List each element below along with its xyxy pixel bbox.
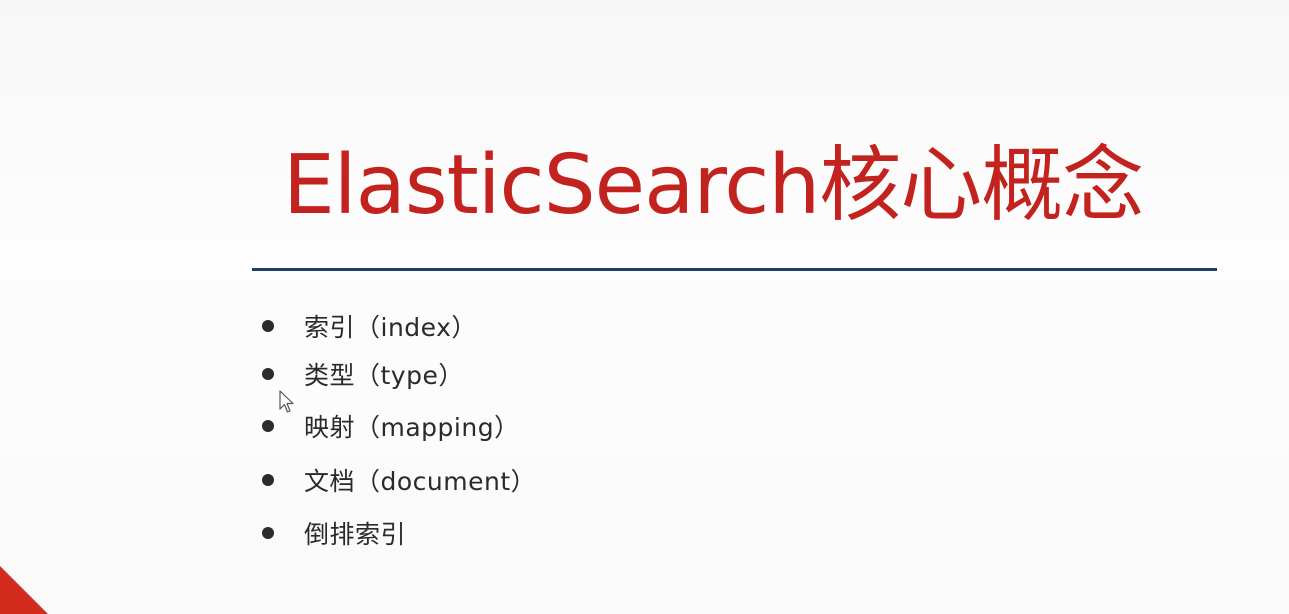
bullet-label: 倒排索引	[304, 520, 407, 549]
bullet-item-index: 索引（index）	[262, 306, 477, 346]
bullet-item-mapping: 映射（mapping）	[262, 406, 520, 446]
bullet-label: 映射（mapping）	[304, 413, 520, 442]
bullet-item-type: 类型（type）	[262, 354, 464, 394]
bullet-dot-icon	[262, 474, 274, 486]
bullet-label: 索引（index）	[304, 313, 477, 342]
bullet-dot-icon	[262, 420, 274, 432]
bullet-item-document: 文档（document）	[262, 460, 536, 500]
corner-triangle-accent	[0, 566, 48, 614]
bullet-label: 类型（type）	[304, 361, 464, 390]
title-divider	[252, 268, 1217, 271]
mouse-pointer-icon	[279, 390, 294, 413]
bullet-label: 文档（document）	[304, 467, 537, 496]
bullet-dot-icon	[262, 368, 274, 380]
bullet-item-inverted-index: 倒排索引	[262, 513, 406, 553]
bullet-dot-icon	[262, 320, 274, 332]
presentation-slide: ElasticSearch核心概念 索引（index） 类型（type） 映射（…	[0, 0, 1289, 614]
slide-title: ElasticSearch核心概念	[283, 138, 1144, 233]
bullet-dot-icon	[262, 527, 274, 539]
